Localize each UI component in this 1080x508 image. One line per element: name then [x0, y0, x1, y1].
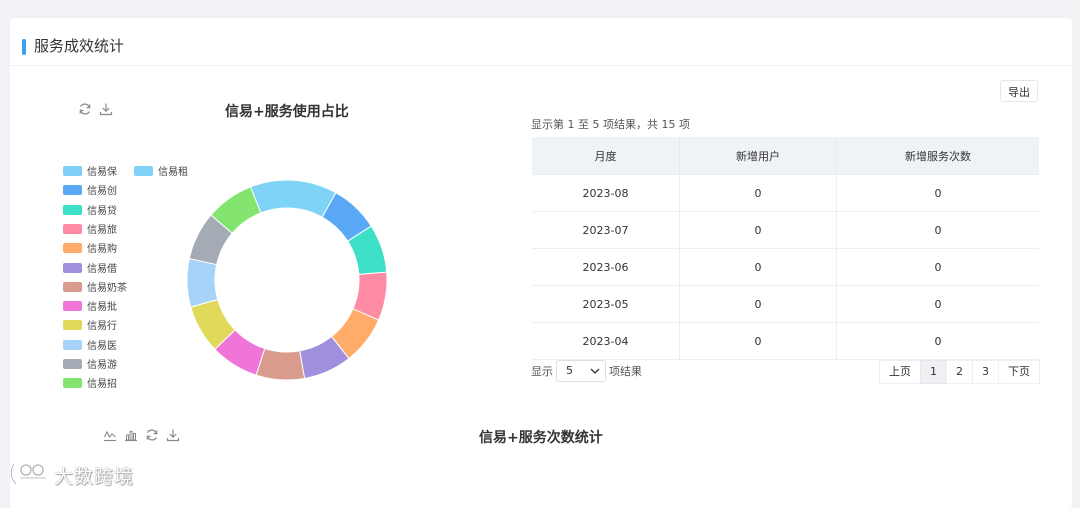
legend-swatch: [63, 185, 82, 196]
cell-new-users: 0: [679, 248, 837, 286]
legend-swatch: [63, 339, 82, 350]
legend-item[interactable]: 信易保: [63, 166, 117, 180]
table-row: 2023-07 0 0: [532, 211, 1039, 249]
line-chart-icon[interactable]: [103, 428, 117, 442]
prev-page-button[interactable]: 上页: [879, 360, 921, 384]
legend-label: 信易游: [87, 360, 117, 371]
legend-swatch: [134, 166, 153, 176]
page-2-button[interactable]: 2: [946, 360, 973, 384]
monthly-stats-table: 月度 新增用户 新增服务次数 2023-08 0 0 2023-07 0 0 2…: [532, 137, 1039, 360]
column-header-month[interactable]: 月度: [532, 137, 680, 175]
cell-new-service-count: 0: [836, 285, 1039, 323]
legend-swatch: [63, 243, 82, 254]
legend-item[interactable]: 信易医: [63, 339, 117, 354]
legend-label: 信易旅: [87, 224, 117, 236]
export-button[interactable]: 导出: [1000, 80, 1038, 102]
pie-chart-title: 信易+服务使用占比: [225, 104, 349, 120]
watermark-text: 大数跨境: [54, 466, 135, 488]
cell-new-service-count: 0: [836, 322, 1039, 360]
table-row: 2023-05 0 0: [532, 285, 1039, 323]
legend-label: 信易保: [87, 167, 117, 178]
cell-new-service-count: 0: [836, 248, 1039, 286]
pie-slice-信易租[interactable]: [249, 179, 337, 218]
bar-chart-icon[interactable]: [124, 428, 138, 442]
legend-item[interactable]: 信易行: [63, 320, 117, 334]
legend-label: 信易批: [87, 302, 117, 314]
legend-swatch: [63, 320, 82, 331]
legend-item[interactable]: 信易旅: [63, 223, 117, 238]
cell-new-service-count: 0: [836, 211, 1039, 249]
table-row: 2023-06 0 0: [532, 248, 1039, 286]
cell-new-service-count: 0: [836, 174, 1039, 212]
cell-new-users: 0: [679, 322, 837, 360]
cell-new-users: 0: [679, 285, 837, 323]
legend-swatch: [63, 204, 82, 215]
legend-item[interactable]: 信易购: [63, 243, 117, 257]
page-3-button[interactable]: 3: [972, 360, 999, 384]
refresh-icon[interactable]: [78, 102, 92, 116]
download-icon[interactable]: [99, 102, 113, 116]
page-size-value: 5: [566, 364, 573, 377]
legend-label: 信易医: [87, 340, 117, 352]
cell-new-users: 0: [679, 174, 837, 212]
page-1-button[interactable]: 1: [920, 360, 947, 384]
legend-swatch: [63, 262, 82, 273]
legend-swatch: [63, 166, 82, 176]
legend-swatch: [63, 223, 82, 234]
legend-label: 信易奶茶: [87, 282, 127, 294]
legend-swatch: [63, 281, 82, 292]
pie-slice-信易医[interactable]: [186, 257, 219, 308]
column-header-new-service-count[interactable]: 新增服务次数: [836, 137, 1039, 175]
table-row: 2023-04 0 0: [532, 322, 1039, 360]
download-icon[interactable]: [166, 428, 180, 442]
legend-swatch: [63, 378, 82, 389]
donut-chart: [186, 179, 388, 381]
legend-label: 信易创: [87, 186, 117, 198]
pagination: 上页 1 2 3 下页: [879, 360, 1040, 384]
legend-item[interactable]: 信易贷: [63, 204, 117, 219]
title-accent-bar: [22, 39, 26, 55]
cell-month: 2023-06: [532, 248, 680, 286]
refresh-icon[interactable]: [145, 428, 159, 442]
chevron-down-icon: [590, 368, 600, 374]
cell-month: 2023-04: [532, 322, 680, 360]
column-header-new-users[interactable]: 新增用户: [679, 137, 837, 175]
legend-label: 信易贷: [87, 205, 117, 217]
cell-new-users: 0: [679, 211, 837, 249]
table-header-row: 月度 新增用户 新增服务次数: [532, 137, 1039, 175]
legend-label: 信易借: [87, 263, 117, 275]
legend-item[interactable]: 信易招: [63, 378, 117, 392]
page-size-prefix: 显示: [531, 365, 553, 378]
table-info: 显示第 1 至 5 项结果，共 15 项: [531, 118, 690, 131]
legend-item[interactable]: 信易创: [63, 185, 117, 199]
count-chart-title: 信易+服务次数统计: [479, 430, 603, 446]
legend-item[interactable]: 信易游: [63, 359, 117, 373]
watermark-logo-icon: [10, 463, 46, 485]
table-row: 2023-08 0 0: [532, 174, 1039, 212]
page-size-suffix: 项结果: [609, 365, 642, 378]
legend-label: 信易行: [87, 321, 117, 333]
legend-item[interactable]: 信易批: [63, 301, 117, 315]
page-size-select[interactable]: 5: [556, 360, 606, 382]
cell-month: 2023-07: [532, 211, 680, 249]
card-title: 服务成效统计: [34, 37, 125, 55]
legend-label: 信易招: [87, 379, 117, 391]
legend-label: 信易购: [87, 244, 117, 256]
cell-month: 2023-08: [532, 174, 680, 212]
legend-swatch: [63, 359, 82, 369]
legend-swatch: [63, 301, 82, 312]
legend-item[interactable]: 信易借: [63, 262, 117, 277]
next-page-button[interactable]: 下页: [998, 360, 1040, 384]
legend-item[interactable]: 信易奶茶: [63, 281, 127, 296]
cell-month: 2023-05: [532, 285, 680, 323]
card-header: 服务成效统计: [10, 18, 1072, 66]
